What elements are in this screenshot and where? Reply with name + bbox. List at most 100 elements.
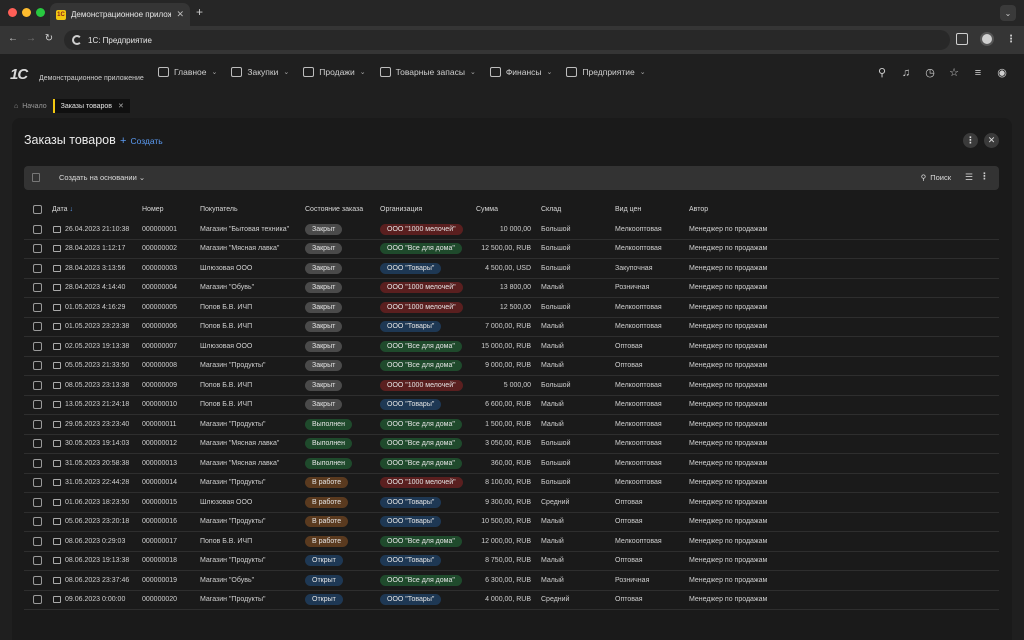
row-checkbox[interactable] <box>33 341 42 351</box>
table-row[interactable]: 08.06.2023 19:13:38 000000018 Магазин "Про… <box>24 552 999 571</box>
search-icon[interactable]: ⚲ <box>876 67 888 79</box>
menu-item-stock[interactable]: Товарные запасы ⌄ <box>379 67 476 77</box>
row-checkbox[interactable] <box>33 497 42 507</box>
table-row[interactable]: 05.05.2023 21:33:50 000000008 Магазин "Про… <box>24 357 999 376</box>
table-row[interactable]: 01.05.2023 23:23:38 000000006 Попов Б.В. И… <box>24 318 999 337</box>
home-tab[interactable]: ⌂ Начало <box>14 103 47 110</box>
row-checkbox[interactable] <box>33 595 42 605</box>
row-checkbox[interactable] <box>33 302 42 312</box>
col-header-date[interactable]: Дата ↓ <box>52 206 73 213</box>
col-header-state[interactable]: Состояние заказа <box>305 206 363 213</box>
table-row[interactable]: 13.05.2023 21:24:18 000000010 Попов Б.В. И… <box>24 396 999 415</box>
table-row[interactable]: 05.06.2023 23:20:18 000000016 Магазин "Про… <box>24 513 999 532</box>
row-checkbox[interactable] <box>33 458 42 468</box>
cell-buyer: Магазин "Обувь" <box>200 284 255 292</box>
table-row[interactable]: 26.04.2023 21:10:38 000000001 Магазин "Быт… <box>24 220 999 240</box>
col-header-price-type[interactable]: Вид цен <box>615 206 641 213</box>
row-checkbox[interactable] <box>33 556 42 566</box>
col-header-sum[interactable]: Сумма <box>476 206 498 213</box>
cell-author: Менеджер по продажам <box>689 576 768 584</box>
table-row[interactable]: 31.05.2023 22:44:28 000000014 Магазин "Про… <box>24 474 999 493</box>
bell-icon[interactable]: ♫ <box>900 67 912 79</box>
row-checkbox[interactable] <box>33 400 42 410</box>
star-icon[interactable]: ☆ <box>948 67 960 79</box>
new-tab-icon[interactable]: + <box>196 5 203 19</box>
settings-list-icon[interactable]: ≡ <box>972 67 984 79</box>
maximize-window-button[interactable] <box>36 8 45 17</box>
menu-item-purchases[interactable]: Закупки ⌄ <box>231 67 289 77</box>
close-window-button[interactable] <box>8 8 17 17</box>
create-based-on-button[interactable]: Создать на основании ⌄ <box>59 173 145 182</box>
row-checkbox[interactable] <box>33 361 42 371</box>
status-badge: Закрыт <box>305 282 343 294</box>
user-icon[interactable]: ◉ <box>996 67 1008 79</box>
more-actions-icon[interactable]: ⋮ <box>980 171 989 182</box>
google-icon <box>72 35 82 45</box>
col-header-org[interactable]: Организация <box>380 206 422 213</box>
row-checkbox[interactable] <box>33 517 42 527</box>
select-all-checkbox[interactable] <box>33 204 42 214</box>
browser-tab[interactable]: 1С Демонстрационное прилож ✕ <box>50 3 190 26</box>
menu-item-main[interactable]: Главное ⌄ <box>158 67 217 77</box>
row-checkbox[interactable] <box>33 478 42 488</box>
address-bar[interactable]: 1С: Предприятие <box>64 30 950 50</box>
table-row[interactable]: 29.05.2023 23:23:40 000000011 Магазин "Про… <box>24 415 999 435</box>
row-checkbox[interactable] <box>33 244 42 254</box>
cell-warehouse: Средний <box>541 498 570 506</box>
close-form-tab-icon[interactable]: ✕ <box>118 102 124 110</box>
forward-arrow-icon[interactable]: → <box>24 33 38 44</box>
minimize-window-button[interactable] <box>22 8 31 17</box>
table-row[interactable]: 02.05.2023 19:13:38 000000007 Шлюзовая ООО… <box>24 337 999 357</box>
chevron-down-icon: ⌄ <box>211 69 218 76</box>
menu-item-sales[interactable]: Продажи ⌄ <box>303 67 366 77</box>
table-row[interactable]: 28.04.2023 1:12:17 000000002 Магазин "Мясн… <box>24 240 999 259</box>
browser-menu-icon[interactable]: ⋮ <box>1006 34 1016 45</box>
table-row[interactable]: 08.06.2023 23:37:46 000000019 Магазин "Обу… <box>24 571 999 591</box>
create-button[interactable]: + Создать <box>120 135 163 147</box>
table-row[interactable]: 30.05.2023 19:14:03 000000012 Магазин "Мяс… <box>24 435 999 454</box>
col-header-buyer[interactable]: Покупатель <box>200 206 238 213</box>
col-header-author[interactable]: Автор <box>689 206 708 213</box>
document-icon <box>53 479 61 487</box>
row-checkbox[interactable] <box>33 380 42 390</box>
table-row[interactable]: 08.06.2023 0:29:03 000000017 Попов Б.В. ИЧ… <box>24 532 999 552</box>
filter-icon[interactable]: ☰ <box>965 172 973 183</box>
col-header-warehouse[interactable]: Склад <box>541 206 561 213</box>
active-form-tab[interactable]: Заказы товаров ✕ <box>52 99 130 113</box>
row-checkbox[interactable] <box>33 224 42 234</box>
status-badge: Закрыт <box>305 360 343 372</box>
row-checkbox[interactable] <box>33 283 42 293</box>
tab-close-icon[interactable]: ✕ <box>176 9 184 20</box>
table-row[interactable]: 08.05.2023 23:13:38 000000009 Попов Б.В. И… <box>24 376 999 396</box>
home-tab-label: Начало <box>22 102 47 110</box>
tab-search-chevron-icon[interactable]: ⌄ <box>1000 5 1016 21</box>
table-row[interactable]: 01.06.2023 18:23:50 000000015 Шлюзовая ООО… <box>24 493 999 513</box>
search-button[interactable]: ⚲ Поиск <box>921 173 951 182</box>
col-header-number[interactable]: Номер <box>142 206 164 213</box>
app-header: 1С Демонстрационное приложение Главное ⌄… <box>0 54 1024 94</box>
copy-icon[interactable] <box>32 173 40 182</box>
profile-avatar-icon[interactable] <box>980 32 994 46</box>
row-checkbox[interactable] <box>33 263 42 273</box>
reload-icon[interactable]: ↻ <box>42 33 56 44</box>
row-checkbox[interactable] <box>33 419 42 429</box>
table-row[interactable]: 09.06.2023 0:00:00 000000020 Магазин "Прод… <box>24 591 999 610</box>
form-more-button[interactable]: ⋮ <box>963 133 978 148</box>
cell-buyer: Магазин "Мясная лавка" <box>200 459 280 467</box>
menu-item-enterprise[interactable]: Предприятие ⌄ <box>566 67 646 77</box>
row-checkbox[interactable] <box>33 536 42 546</box>
extensions-icon[interactable] <box>956 33 968 45</box>
row-checkbox[interactable] <box>33 322 42 332</box>
row-checkbox[interactable] <box>33 575 42 585</box>
table-row[interactable]: 01.05.2023 4:16:29 000000005 Попов Б.В. ИЧ… <box>24 298 999 318</box>
row-checkbox[interactable] <box>33 439 42 449</box>
table-row[interactable]: 28.04.2023 3:13:56 000000003 Шлюзовая ООО З… <box>24 259 999 279</box>
table-row[interactable]: 31.05.2023 20:58:38 000000013 Магазин "Мяс… <box>24 454 999 474</box>
cell-warehouse: Малый <box>541 557 564 565</box>
back-arrow-icon[interactable]: ← <box>6 33 20 44</box>
form-close-button[interactable]: ✕ <box>984 133 999 148</box>
menu-item-finance[interactable]: Финансы ⌄ <box>489 67 552 77</box>
history-icon[interactable]: ◷ <box>924 67 936 79</box>
table-row[interactable]: 28.04.2023 4:14:40 000000004 Магазин "Обув… <box>24 279 999 298</box>
chevron-down-icon: ⌄ <box>283 69 290 76</box>
